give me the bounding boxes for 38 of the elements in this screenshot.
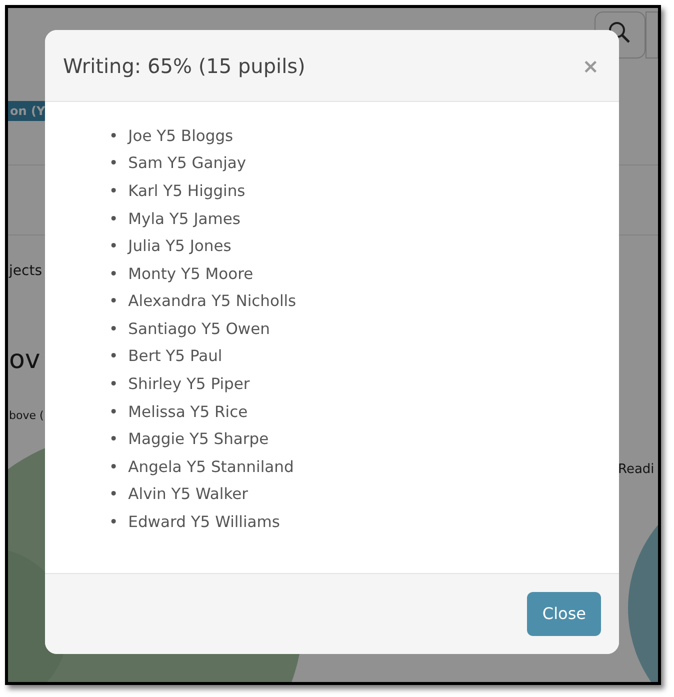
chart-label: Readi — [618, 461, 654, 479]
legend-text: bove ( — [9, 408, 44, 424]
subjects-text: jects — [9, 262, 42, 281]
list-bullet: • — [109, 374, 118, 394]
list-bullet: • — [109, 318, 118, 340]
list-bullet: • — [109, 429, 118, 450]
pupil-name: Joe Y5 Bloggs — [128, 126, 234, 146]
list-bullet: • — [109, 456, 118, 477]
pupil-name: Shirley Y5 Piper — [128, 374, 250, 394]
pupil-name: Angela Y5 Stanniland — [128, 456, 294, 477]
pupil-name: Sam Y5 Ganjay — [128, 153, 246, 174]
list-bullet: • — [109, 153, 118, 174]
pupil-name: Edward Y5 Williams — [128, 512, 280, 532]
list-bullet: • — [109, 291, 118, 312]
list-bullet: • — [109, 126, 118, 146]
pupil-name: Alexandra Y5 Nicholls — [128, 291, 296, 312]
pupil-name: Monty Y5 Moore — [128, 264, 254, 284]
modal-title: Writing: 65% (15 pupils) — [63, 54, 306, 78]
pupil-name: Santiago Y5 Owen — [128, 318, 270, 340]
close-button[interactable]: Close — [527, 592, 601, 636]
list-bullet: • — [109, 484, 118, 505]
list-bullet: • — [109, 236, 118, 256]
close-button[interactable]: × — [580, 56, 601, 76]
list-bullet: • — [109, 264, 118, 284]
pupil-name: Alvin Y5 Walker — [128, 484, 248, 505]
pupil-name: Karl Y5 Higgins — [128, 180, 246, 202]
pupil-name: Bert Y5 Paul — [128, 346, 222, 367]
pupil-name: Melissa Y5 Rice — [128, 402, 248, 422]
list-bullet: • — [109, 512, 118, 532]
pupil-name: Maggie Y5 Sharpe — [128, 429, 269, 450]
heading-text: ov — [9, 344, 40, 377]
list-bullet: • — [109, 346, 118, 367]
list-bullet: • — [109, 402, 118, 422]
list-bullet: • — [109, 180, 118, 202]
pupil-name: Julia Y5 Jones — [128, 236, 232, 256]
pupil-name: Myla Y5 James — [128, 208, 240, 229]
tab-label[interactable]: on (Y — [8, 101, 48, 121]
list-bullet: • — [109, 208, 118, 229]
